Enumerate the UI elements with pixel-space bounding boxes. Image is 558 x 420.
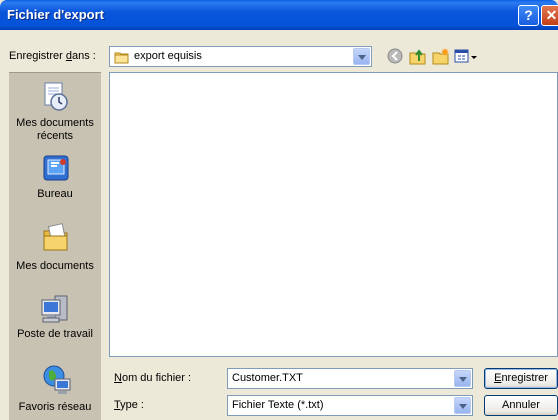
- recent-documents-icon: [44, 82, 68, 111]
- file-name-value: Customer.TXT: [232, 372, 303, 384]
- chevron-down-icon[interactable]: [454, 397, 471, 414]
- place-network[interactable]: Favoris réseau: [9, 363, 101, 415]
- save-button[interactable]: Enregistrer: [484, 368, 558, 389]
- save-in-combo[interactable]: export equisis: [109, 46, 372, 67]
- file-type-value: Fichier Texte (*.txt): [232, 399, 324, 411]
- places-bar: Mes documents récents Bureau Mes documen…: [9, 72, 101, 420]
- place-label: Mes documents: [16, 260, 94, 272]
- file-type-select[interactable]: Fichier Texte (*.txt): [227, 395, 473, 416]
- window-title: Fichier d'export: [7, 7, 104, 22]
- place-my-computer[interactable]: Poste de travail: [9, 293, 101, 345]
- file-name-input[interactable]: Customer.TXT: [227, 368, 473, 389]
- place-desktop[interactable]: Bureau: [9, 153, 101, 205]
- save-in-value: export equisis: [134, 50, 202, 62]
- desktop-icon: [43, 155, 69, 181]
- place-label: Mes documents: [16, 117, 94, 129]
- new-folder-icon[interactable]: [430, 46, 452, 66]
- back-icon[interactable]: [385, 46, 407, 66]
- my-documents-icon: [43, 223, 68, 251]
- title-bar[interactable]: Fichier d'export ? ✕: [0, 0, 558, 30]
- close-button[interactable]: ✕: [541, 5, 558, 26]
- place-recent-documents[interactable]: Mes documents récents: [9, 81, 101, 145]
- place-my-documents[interactable]: Mes documents: [9, 221, 101, 273]
- place-label: Favoris réseau: [18, 401, 92, 413]
- help-button[interactable]: ?: [518, 5, 539, 26]
- file-name-label: Nom du fichier :: [114, 372, 192, 384]
- chevron-down-icon[interactable]: [454, 370, 471, 387]
- up-folder-icon[interactable]: [407, 46, 429, 66]
- place-label: Bureau: [37, 188, 73, 200]
- network-places-icon: [43, 365, 71, 394]
- file-type-label: Type :: [114, 399, 144, 411]
- my-computer-icon: [41, 295, 68, 323]
- cancel-button[interactable]: Annuler: [484, 395, 558, 416]
- place-label: Poste de travail: [17, 328, 93, 340]
- place-label: récents: [36, 130, 74, 142]
- folder-icon: [114, 52, 129, 64]
- view-menu-icon[interactable]: [453, 46, 479, 66]
- save-in-label: Enregistrer dans :: [9, 50, 96, 62]
- chevron-down-icon[interactable]: [353, 48, 370, 65]
- file-list[interactable]: [109, 72, 558, 357]
